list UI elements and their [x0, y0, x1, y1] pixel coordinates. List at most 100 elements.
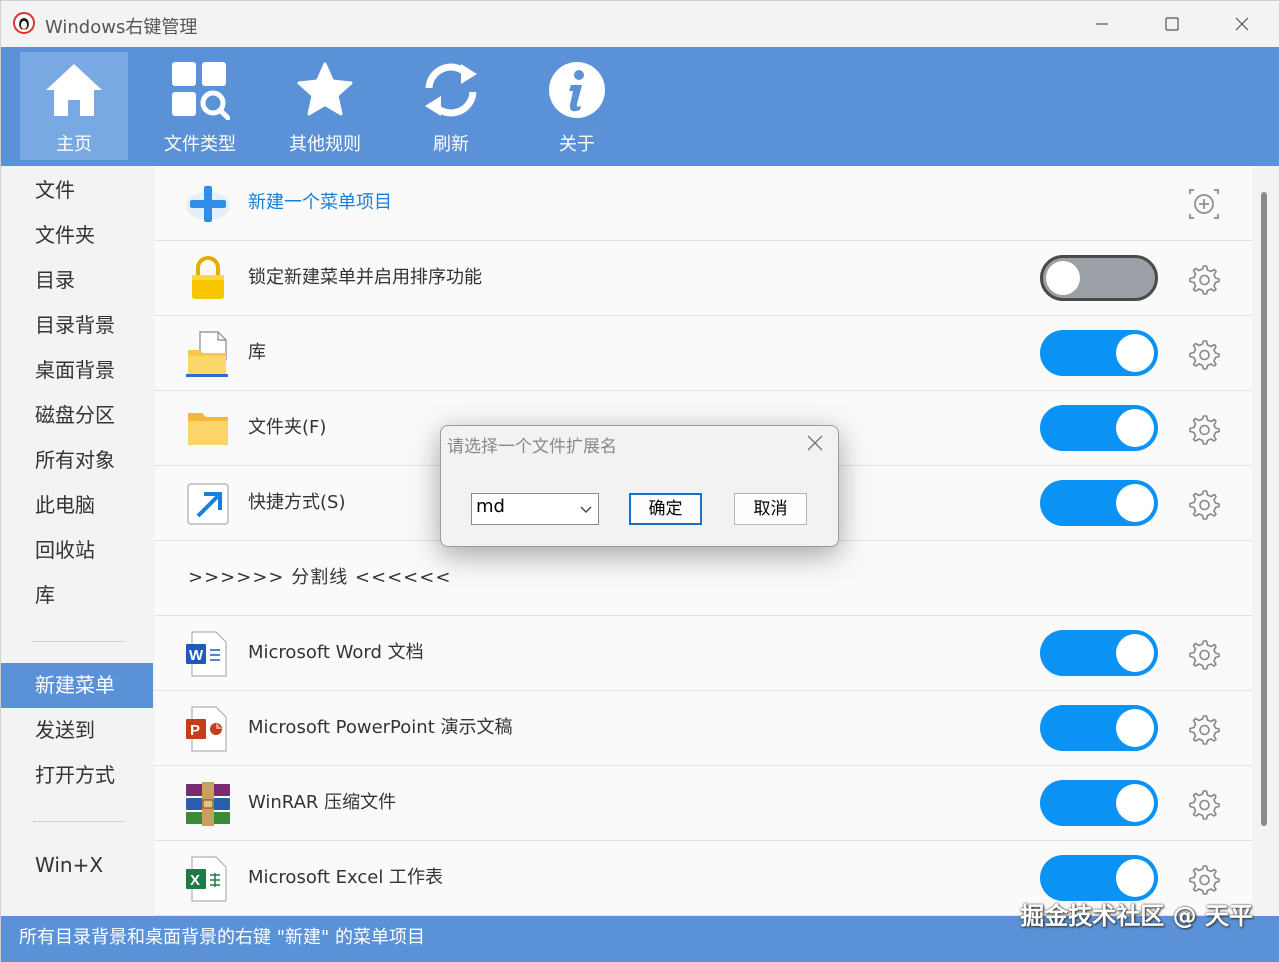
gear-icon[interactable]: [1188, 413, 1220, 445]
menu-row-label: Microsoft Word 文档: [248, 642, 424, 663]
extension-select-value: md: [476, 496, 505, 517]
library-toggle[interactable]: [1040, 330, 1158, 376]
sidebar-item-desktop-background[interactable]: 桌面背景: [1, 348, 153, 393]
lock-icon: [192, 256, 224, 299]
app-window: Windows右键管理 主页 文件类型 其他规则 刷新 关于 文件 文件夹 目录…: [0, 0, 1279, 962]
menu-row-label: 文件夹(F): [248, 417, 327, 438]
toggle-knob: [1116, 409, 1154, 447]
gear-icon[interactable]: [1188, 263, 1220, 295]
folder-toggle[interactable]: [1040, 405, 1158, 451]
svg-text:P: P: [190, 722, 200, 739]
sidebar-item-all-objects[interactable]: 所有对象: [1, 438, 153, 483]
toggle-knob: [1116, 634, 1154, 672]
svg-text:W: W: [189, 647, 204, 664]
sidebar-item-open-with[interactable]: 打开方式: [1, 753, 153, 798]
new-item-label[interactable]: 新建一个菜单项目: [248, 166, 392, 240]
toggle-knob: [1046, 261, 1080, 295]
library-icon: [186, 331, 228, 377]
extension-dialog: 请选择一个文件扩展名 md 确定 取消: [440, 425, 839, 547]
maximize-button[interactable]: [1137, 1, 1207, 47]
sidebar-divider: [33, 641, 125, 642]
excel-toggle[interactable]: [1040, 855, 1158, 901]
powerpoint-toggle[interactable]: [1040, 705, 1158, 751]
minimize-button[interactable]: [1067, 1, 1137, 47]
sidebar-item-send-to[interactable]: 发送到: [1, 708, 153, 753]
toggle-knob: [1116, 784, 1154, 822]
gear-icon[interactable]: [1188, 338, 1220, 370]
extension-select[interactable]: md: [471, 493, 599, 525]
watermark: 掘金技术社区 @ 天平: [1020, 902, 1253, 930]
new-item-row[interactable]: 新建一个菜单项目: [154, 166, 1252, 241]
info-icon: [549, 62, 605, 118]
gear-icon[interactable]: [1188, 488, 1220, 520]
menu-row-label: Microsoft Excel 工作表: [248, 867, 444, 888]
app-logo-icon: [13, 12, 35, 34]
chevron-down-icon: [580, 506, 592, 513]
sidebar-item-new-menu[interactable]: 新建菜单: [1, 663, 153, 708]
menu-row-library: 库: [154, 316, 1252, 391]
gear-icon[interactable]: [1188, 638, 1220, 670]
home-icon: [46, 64, 102, 116]
star-icon: [297, 62, 353, 116]
sidebar-item-directory-background[interactable]: 目录背景: [1, 303, 153, 348]
refresh-icon: [425, 63, 477, 117]
maximize-icon: [1165, 17, 1179, 31]
word-toggle[interactable]: [1040, 630, 1158, 676]
sidebar-item-library[interactable]: 库: [1, 573, 153, 618]
word-icon: W: [186, 631, 227, 677]
gear-icon[interactable]: [1188, 788, 1220, 820]
ok-button[interactable]: 确定: [629, 493, 702, 525]
sidebar-item-folder[interactable]: 文件夹: [1, 213, 153, 258]
window-title: Windows右键管理: [45, 17, 198, 38]
toolbar: 主页 文件类型 其他规则 刷新 关于: [1, 47, 1279, 166]
toggle-knob: [1116, 859, 1154, 897]
cancel-button[interactable]: 取消: [734, 493, 807, 525]
powerpoint-icon: P: [186, 706, 227, 752]
tool-home[interactable]: 主页: [20, 52, 128, 160]
scrollbar-thumb[interactable]: [1261, 192, 1267, 826]
toggle-knob: [1116, 334, 1154, 372]
add-plus-icon[interactable]: [1188, 188, 1220, 220]
sidebar-item-win-x[interactable]: Win+X: [1, 843, 153, 888]
sidebar-item-file[interactable]: 文件: [1, 168, 153, 213]
menu-row-label: 锁定新建菜单并启用排序功能: [248, 267, 482, 288]
winrar-icon: [186, 782, 230, 826]
tool-label: 关于: [559, 134, 595, 155]
gear-icon[interactable]: [1188, 863, 1220, 895]
dialog-close-icon[interactable]: [801, 432, 829, 456]
shortcut-toggle[interactable]: [1040, 480, 1158, 526]
menu-row-word: W Microsoft Word 文档: [154, 616, 1252, 691]
file-types-icon: [172, 62, 230, 120]
menu-row-separator: >>>>>> 分割线 <<<<<<: [154, 541, 1252, 616]
tool-file-types[interactable]: 文件类型: [146, 52, 254, 160]
shortcut-icon: [187, 483, 229, 525]
close-icon: [1235, 17, 1249, 31]
menu-row-label: 库: [248, 342, 266, 363]
vertical-scrollbar[interactable]: [1252, 166, 1279, 916]
tool-other-rules[interactable]: 其他规则: [271, 52, 379, 160]
sidebar-item-recycle-bin[interactable]: 回收站: [1, 528, 153, 573]
menu-row-label: 快捷方式(S): [248, 492, 346, 513]
sidebar-item-drive[interactable]: 磁盘分区: [1, 393, 153, 438]
tool-about[interactable]: 关于: [523, 52, 631, 160]
sidebar-item-this-pc[interactable]: 此电脑: [1, 483, 153, 528]
menu-row-label: Microsoft PowerPoint 演示文稿: [248, 717, 513, 738]
menu-row-winrar: WinRAR 压缩文件: [154, 766, 1252, 841]
winrar-toggle[interactable]: [1040, 780, 1158, 826]
menu-row-powerpoint: P Microsoft PowerPoint 演示文稿: [154, 691, 1252, 766]
close-button[interactable]: [1207, 1, 1277, 47]
tool-refresh[interactable]: 刷新: [397, 52, 505, 160]
lock-toggle[interactable]: [1040, 255, 1158, 301]
folder-icon: [188, 413, 228, 445]
separator-label: >>>>>> 分割线 <<<<<<: [188, 567, 452, 588]
sidebar-item-directory[interactable]: 目录: [1, 258, 153, 303]
tool-label: 刷新: [433, 134, 469, 155]
tool-label: 文件类型: [164, 134, 236, 155]
svg-text:X: X: [190, 872, 200, 889]
gear-icon[interactable]: [1188, 713, 1220, 745]
tool-label: 主页: [56, 134, 92, 155]
tool-label: 其他规则: [289, 134, 361, 155]
menu-row-lock: 锁定新建菜单并启用排序功能: [154, 241, 1252, 316]
excel-icon: X: [186, 856, 227, 902]
status-text: 所有目录背景和桌面背景的右键 "新建" 的菜单项目: [19, 927, 425, 948]
